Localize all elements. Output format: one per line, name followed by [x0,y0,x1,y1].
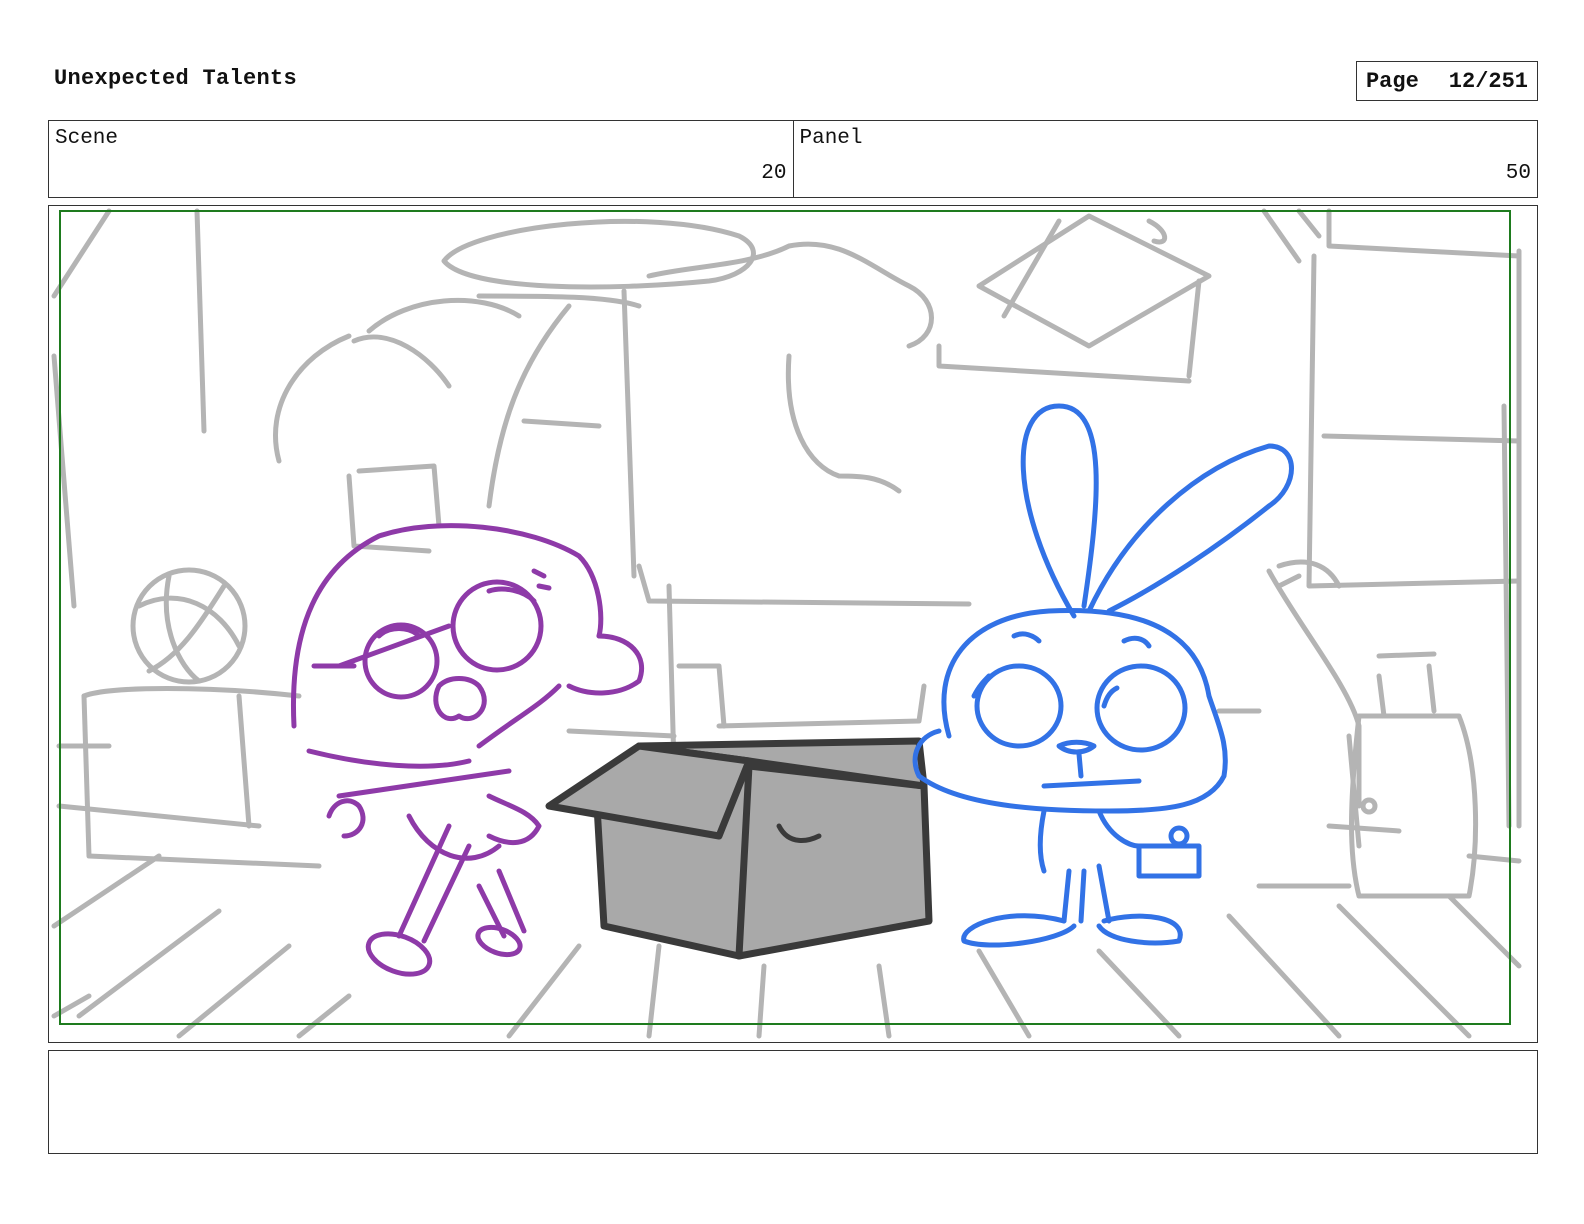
page-number: 12/251 [1448,68,1529,94]
panel-cell: Panel 50 [792,121,1538,197]
scene-label: Scene [55,127,119,150]
cardboard-box-sketch [545,737,933,960]
page-label: Page [1365,68,1419,94]
scene-cell: Scene 20 [49,121,793,197]
storyboard-frame [48,205,1538,1043]
scene-panel-row: Scene 20 Panel 50 [48,120,1538,198]
panel-label: Panel [799,127,863,150]
storyboard-title: Unexpected Talents [54,66,298,91]
notes-box [48,1050,1538,1154]
page-indicator: Page 12/251 [1356,61,1538,101]
bunny-character-sketch [912,403,1294,948]
girl-character-sketch [290,523,645,977]
scene-number: 20 [761,162,787,185]
panel-number: 50 [1505,162,1531,185]
panel-drawing [51,208,1522,1039]
